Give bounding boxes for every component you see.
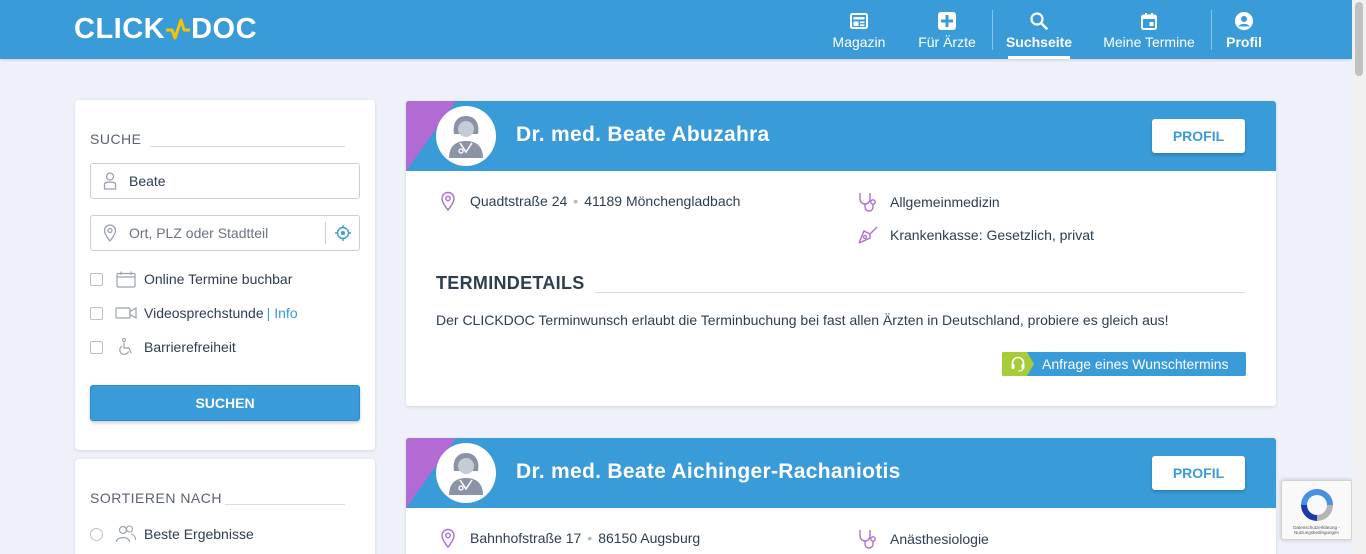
- medical-cross-icon: [938, 12, 956, 30]
- nav-profil[interactable]: Profil: [1224, 0, 1264, 59]
- separator-dot: •: [573, 193, 579, 209]
- nav-meine-termine[interactable]: Meine Termine: [1100, 0, 1198, 59]
- doctor-avatar-icon: [449, 116, 483, 158]
- termindetails-title: TERMINDETAILS: [436, 273, 585, 293]
- specialty-text: Anästhesiologie: [890, 531, 989, 547]
- divider: [150, 146, 345, 147]
- nav-label: Für Ärzte: [918, 34, 976, 50]
- doctor-avatar: [436, 443, 496, 503]
- address-street: Bahnhofstraße 17: [470, 530, 582, 546]
- heartbeat-icon: [166, 18, 191, 40]
- sort-option-beste-ergebnisse[interactable]: Beste Ergebnisse: [90, 524, 254, 544]
- filter-online-termine[interactable]: Online Termine buchbar: [90, 269, 292, 289]
- stethoscope-icon: [856, 528, 880, 550]
- doctor-address: Quadtstraße 24 • 41189 Mönchengladbach: [436, 191, 740, 211]
- address-city: 41189 Mönchengladbach: [584, 193, 741, 209]
- profile-button[interactable]: PROFIL: [1152, 119, 1245, 153]
- stethoscope-icon: [856, 191, 880, 213]
- users-icon: [113, 525, 139, 543]
- search-icon: [1030, 12, 1048, 30]
- name-search-input[interactable]: Beate: [90, 163, 360, 199]
- calendar-icon: [113, 271, 139, 288]
- sort-title: SORTIEREN NACH: [90, 490, 222, 506]
- nav-fuer-aerzte[interactable]: Für Ärzte: [914, 0, 980, 59]
- calendar-icon: [1140, 12, 1158, 30]
- crosshair-icon: [334, 225, 351, 241]
- person-icon: [91, 172, 129, 190]
- insurance-icon: [856, 225, 880, 245]
- doctor-card-header: Dr. med. Beate Abuzahra PROFIL: [406, 101, 1276, 171]
- nav-magazin[interactable]: Magazin: [829, 0, 889, 59]
- separator: |: [266, 305, 271, 321]
- nav-divider: [1211, 10, 1212, 50]
- recaptcha-logo-icon: [1301, 489, 1333, 521]
- location-search-input[interactable]: Ort, PLZ oder Stadtteil: [90, 215, 360, 251]
- address-city: 86150 Augsburg: [598, 530, 701, 546]
- checkbox[interactable]: [90, 340, 103, 354]
- newspaper-icon: [850, 12, 868, 30]
- sort-label: Beste Ergebnisse: [144, 526, 254, 542]
- address-street: Quadtstraße 24: [470, 193, 568, 209]
- top-navigation-bar: CLICK DOC Magazin Für Ärzte Suchseite Me…: [0, 0, 1352, 59]
- insurance-text: Krankenkasse: Gesetzlich, privat: [890, 227, 1094, 243]
- divider: [594, 292, 1246, 293]
- recaptcha-text[interactable]: Datenschutzerklärung - Nutzungsbedingung…: [1282, 525, 1351, 535]
- termindetails-text: Der CLICKDOC Terminwunsch erlaubt die Te…: [436, 312, 1169, 328]
- nav-label: Profil: [1226, 34, 1262, 50]
- specialty-text: Allgemeinmedizin: [890, 194, 1000, 210]
- doctor-result-card: Dr. med. Beate Abuzahra PROFIL Quadtstra…: [406, 101, 1276, 406]
- filter-label: Online Termine buchbar: [144, 271, 293, 287]
- user-circle-icon: [1235, 12, 1253, 30]
- doctor-address: Bahnhofstraße 17 • 86150 Augsburg: [436, 528, 700, 548]
- search-title: SUCHE: [90, 131, 142, 147]
- doctor-name[interactable]: Dr. med. Beate Aichinger-Rachaniotis: [516, 460, 901, 484]
- location-pin-icon: [91, 224, 129, 242]
- doctor-result-card: Dr. med. Beate Aichinger-Rachaniotis PRO…: [406, 438, 1276, 554]
- search-button[interactable]: SUCHEN: [90, 385, 360, 421]
- locate-me-button[interactable]: [325, 222, 359, 244]
- profile-button[interactable]: PROFIL: [1152, 456, 1245, 490]
- checkbox[interactable]: [90, 306, 103, 320]
- nav-suchseite[interactable]: Suchseite: [1005, 0, 1073, 59]
- logo-text-left: CLICK: [74, 12, 166, 45]
- filter-label: Videosprechstunde: [144, 305, 264, 321]
- location-placeholder: Ort, PLZ oder Stadtteil: [129, 225, 269, 241]
- doctor-card-header: Dr. med. Beate Aichinger-Rachaniotis PRO…: [406, 438, 1276, 508]
- nav-divider: [992, 10, 993, 50]
- video-camera-icon: [113, 306, 139, 320]
- filter-label: Barrierefreiheit: [144, 339, 236, 355]
- doctor-avatar-icon: [449, 453, 483, 495]
- radio-button[interactable]: [90, 527, 103, 541]
- doctor-avatar: [436, 106, 496, 166]
- filter-barrierefreiheit[interactable]: Barrierefreiheit: [90, 337, 236, 357]
- location-pin-icon: [436, 191, 460, 211]
- divider: [225, 504, 345, 505]
- wish-button-label: Anfrage eines Wunschtermins: [1042, 356, 1229, 372]
- doctor-specialty: Allgemeinmedizin: [856, 191, 1000, 213]
- wheelchair-icon: [113, 338, 139, 356]
- sort-panel: SORTIEREN NACH Beste Ergebnisse: [75, 459, 375, 554]
- wish-appointment-button[interactable]: Anfrage eines Wunschtermins: [1002, 352, 1246, 376]
- doctor-insurance: Krankenkasse: Gesetzlich, privat: [856, 225, 1094, 245]
- nav-label: Magazin: [832, 34, 886, 50]
- logo-text-right: DOC: [191, 12, 258, 45]
- clickdoc-logo[interactable]: CLICK DOC: [74, 12, 257, 46]
- filter-videosprechstunde[interactable]: Videosprechstunde | Info: [90, 303, 298, 323]
- doctor-specialty: Anästhesiologie: [856, 528, 989, 550]
- name-search-value: Beate: [129, 173, 166, 189]
- nav-label: Meine Termine: [1103, 34, 1195, 50]
- page-scrollbar[interactable]: [1352, 0, 1366, 554]
- scrollbar-thumb[interactable]: [1355, 2, 1363, 76]
- video-info-link[interactable]: Info: [274, 305, 297, 321]
- doctor-name[interactable]: Dr. med. Beate Abuzahra: [516, 123, 770, 147]
- separator-dot: •: [587, 530, 593, 546]
- search-panel: SUCHE Beate Ort, PLZ oder Stadtteil Onli…: [75, 100, 375, 450]
- headset-icon: [1002, 352, 1034, 376]
- checkbox[interactable]: [90, 272, 103, 286]
- recaptcha-badge[interactable]: Datenschutzerklärung - Nutzungsbedingung…: [1281, 480, 1352, 540]
- nav-label: Suchseite: [1005, 34, 1073, 50]
- location-pin-icon: [436, 528, 460, 548]
